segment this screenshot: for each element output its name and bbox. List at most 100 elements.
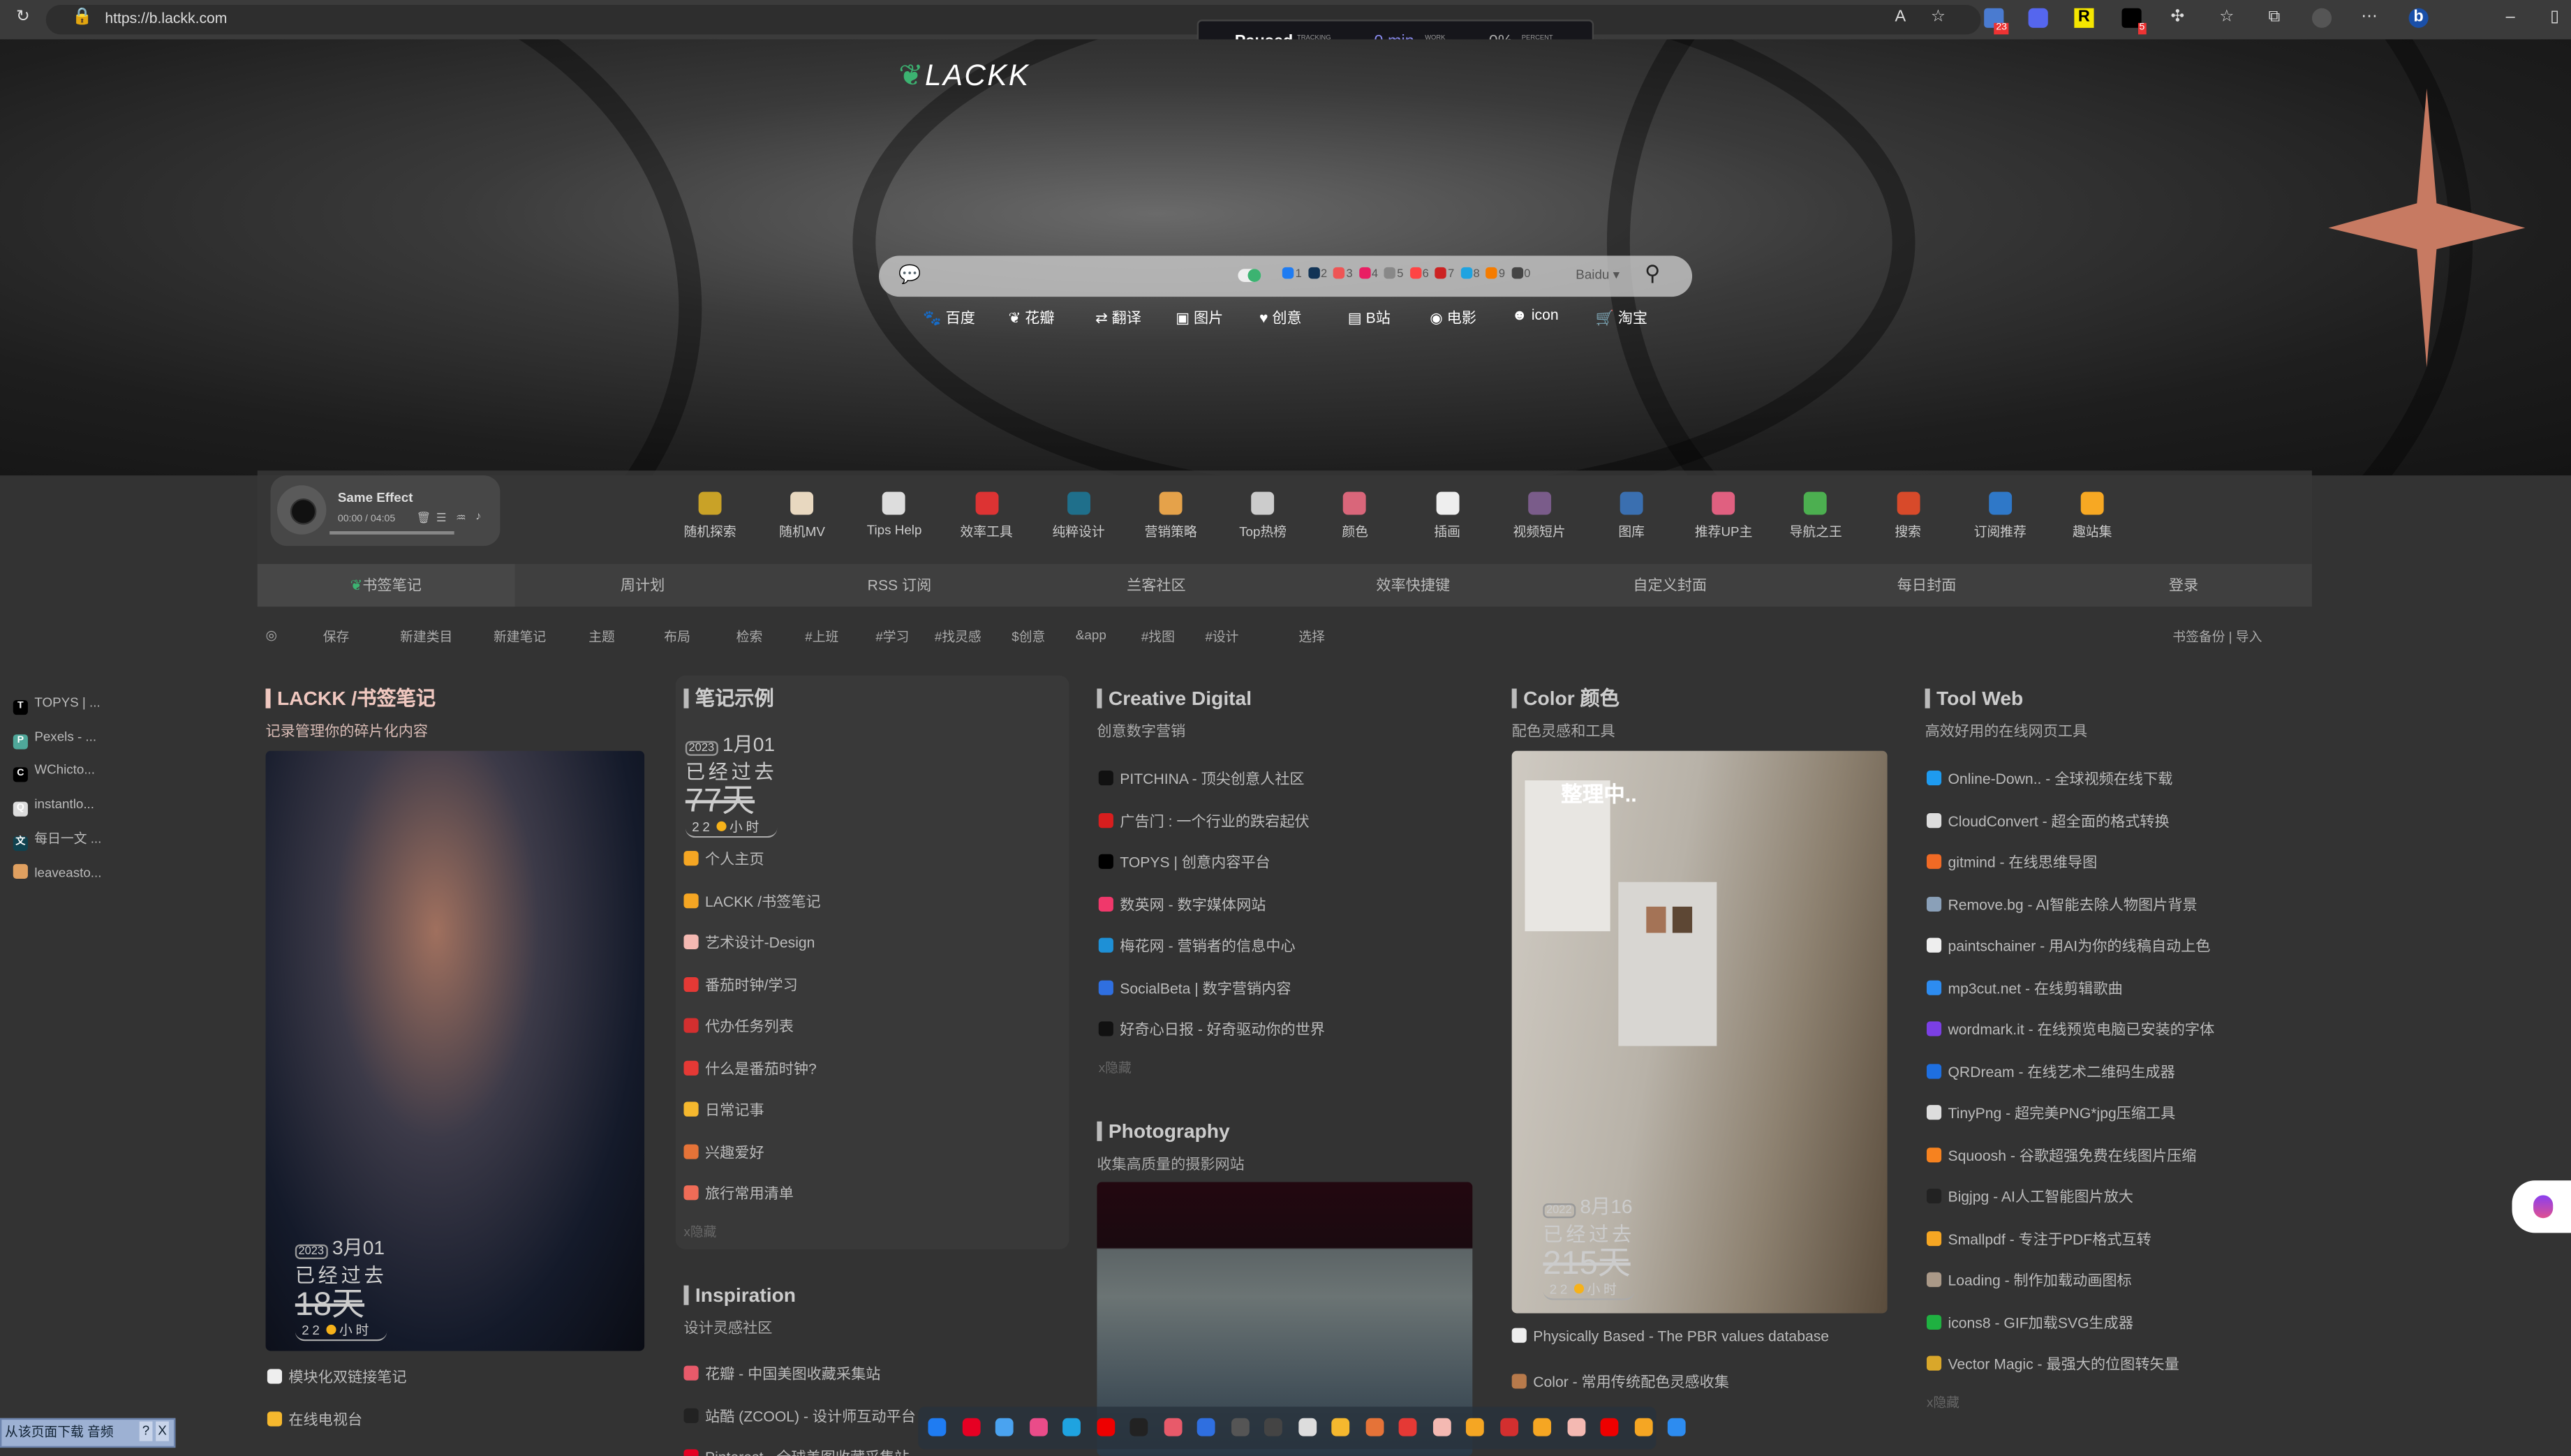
list-item[interactable]: mp3cut.net - 在线剪辑歌曲 [1926, 976, 2123, 998]
list-item[interactable]: PITCHINA - 顶尖创意人社区 [1098, 767, 1305, 789]
restore-icon[interactable]: ▯ [2544, 8, 2564, 28]
list-item[interactable]: wordmark.it - 在线预览电脑已安装的字体 [1926, 1018, 2214, 1040]
dock-app-icon[interactable] [1196, 1418, 1215, 1436]
list-item[interactable]: Smallpdf - 专注于PDF格式互转 [1926, 1227, 2151, 1249]
toolbar-item[interactable]: #学习 [875, 628, 909, 646]
sidebar-item[interactable]: P Pexels - ... [13, 729, 96, 749]
list-item[interactable]: Physically Based - The PBR values databa… [1511, 1328, 1829, 1344]
quick-link[interactable]: ☻ icon [1512, 306, 1559, 322]
engine-shortcut[interactable]: 3 [1333, 267, 1353, 281]
dock-app-icon[interactable] [1667, 1418, 1686, 1436]
tab-2[interactable]: 周计划 [514, 564, 771, 607]
tab-3[interactable]: RSS 订阅 [771, 564, 1028, 607]
list-item[interactable]: TOPYS | 创意内容平台 [1098, 851, 1270, 872]
close-button[interactable]: X [156, 1421, 169, 1441]
nav-icon-10[interactable]: 视频短片 [1493, 491, 1585, 541]
progress-bar[interactable] [329, 531, 454, 535]
extension-r-icon[interactable]: R [2074, 8, 2094, 28]
tab-1[interactable]: ❦书签笔记 [257, 564, 514, 607]
dock-app-icon[interactable] [1163, 1418, 1182, 1436]
profile-avatar[interactable] [2311, 8, 2332, 28]
nav-icon-3[interactable]: Tips Help [848, 491, 940, 537]
quick-link[interactable]: ♥ 创意 [1259, 306, 1302, 328]
nav-icon-13[interactable]: 导航之王 [1770, 491, 1862, 541]
list-item[interactable]: icons8 - GIF加载SVG生成器 [1926, 1311, 2133, 1332]
engine-select[interactable]: Baidu ▾ [1576, 267, 1620, 282]
minimize-icon[interactable]: – [2500, 8, 2520, 28]
dock-app-icon[interactable] [1633, 1418, 1652, 1436]
collections-icon[interactable]: ⧉ [2265, 8, 2284, 28]
list-item[interactable]: 花瓣 - 中国美图收藏采集站 [683, 1362, 880, 1384]
equalizer-icon[interactable]: ♒ [456, 512, 466, 524]
hide-button[interactable]: x隐藏 [1927, 1394, 1959, 1412]
nav-icon-2[interactable]: 随机MV [756, 491, 848, 541]
list-item[interactable]: paintschainer - 用AI为你的线稿自动上色 [1926, 935, 2210, 956]
toolbar-item[interactable]: 新建笔记 [494, 628, 546, 646]
nav-icon-14[interactable]: 搜索 [1862, 491, 1954, 541]
toolbar-item[interactable]: #找灵感 [935, 628, 981, 646]
toolbar-item[interactable]: #找图 [1141, 628, 1175, 646]
list-item[interactable]: Remove.bg - AI智能去除人物图片背景 [1926, 893, 2198, 914]
list-item[interactable]: Squoosh - 谷歌超强免费在线图片压缩 [1926, 1143, 2196, 1165]
toolbar-item[interactable]: #上班 [805, 628, 838, 646]
nav-icon-11[interactable]: 图库 [1585, 491, 1677, 541]
dock-app-icon[interactable] [1432, 1418, 1451, 1436]
nav-icon-15[interactable]: 订阅推荐 [1954, 491, 2046, 541]
dock-app-icon[interactable] [1230, 1418, 1249, 1436]
toolbar-item[interactable]: &app [1076, 628, 1106, 643]
list-item[interactable]: 好奇心日报 - 好奇驱动你的世界 [1098, 1018, 1325, 1040]
quick-link[interactable]: ❦ 花瓣 [1009, 306, 1055, 328]
dock-app-icon[interactable] [1398, 1418, 1417, 1436]
dock-app-icon[interactable] [1465, 1418, 1484, 1436]
engine-shortcut[interactable]: 8 [1460, 267, 1480, 281]
list-item[interactable]: 广告门 : 一个行业的跌宕起伏 [1098, 809, 1310, 831]
hide-button[interactable]: x隐藏 [683, 1223, 716, 1241]
dock-app-icon[interactable] [1096, 1418, 1115, 1436]
sidebar-item[interactable]: T TOPYS | ... [13, 695, 101, 715]
search-icon[interactable]: ⚲ [1645, 260, 1660, 287]
download-audio-button[interactable]: 从该页面下载 音频 [1, 1425, 114, 1439]
dock-app-icon[interactable] [1533, 1418, 1552, 1436]
nav-icon-1[interactable]: 随机探索 [664, 491, 756, 541]
engine-shortcut[interactable]: 0 [1511, 267, 1530, 281]
list-item[interactable]: LACKK /书签笔记 [683, 889, 821, 911]
quick-link[interactable]: 🛒 淘宝 [1595, 306, 1647, 328]
list-item[interactable]: 模块化双链接笔记 [267, 1366, 407, 1388]
nav-icon-7[interactable]: Top热榜 [1217, 491, 1309, 541]
list-item[interactable]: 在线电视台 [267, 1408, 362, 1429]
dock-app-icon[interactable] [1062, 1418, 1081, 1436]
sidebar-item[interactable]: C WChicto... [13, 762, 95, 782]
dock-app-icon[interactable] [1365, 1418, 1384, 1436]
list-item[interactable]: 代办任务列表 [683, 1015, 794, 1037]
list-item[interactable]: 番茄时钟/学习 [683, 973, 798, 995]
list-item[interactable]: Color - 常用传统配色灵感收集 [1511, 1370, 1729, 1392]
quick-link[interactable]: ⇄ 翻译 [1095, 306, 1141, 328]
list-item[interactable]: Loading - 制作加载动画图标 [1926, 1269, 2132, 1291]
hide-button[interactable]: x隐藏 [1099, 1059, 1132, 1077]
extension-icon[interactable]: 5 [2121, 8, 2147, 35]
list-item[interactable]: 什么是番茄时钟? [683, 1057, 817, 1078]
toolbar-item[interactable]: $创意 [1012, 628, 1045, 646]
list-item[interactable]: TinyPng - 超完美PNG*jpg压缩工具 [1926, 1101, 2175, 1123]
extensions-puzzle-icon[interactable]: ✣ [2168, 8, 2187, 28]
quick-link[interactable]: ▤ B站 [1348, 306, 1391, 328]
search-input[interactable] [938, 260, 1224, 294]
toolbar-item[interactable]: 主题 [588, 628, 615, 646]
nav-icon-9[interactable]: 插画 [1401, 491, 1493, 541]
toolbar-item[interactable]: #设计 [1205, 628, 1238, 646]
quick-link[interactable]: 🐾 百度 [923, 306, 975, 328]
tab-8[interactable]: 登录 [2055, 564, 2312, 607]
dock-app-icon[interactable] [1129, 1418, 1148, 1436]
list-item[interactable]: SocialBeta | 数字营销内容 [1098, 976, 1291, 998]
vinyl-disc-icon[interactable] [276, 485, 327, 535]
list-item[interactable]: gitmind - 在线思维导图 [1926, 851, 2097, 872]
read-aloud-icon[interactable]: A [1890, 8, 1910, 28]
dock-app-icon[interactable] [1264, 1418, 1282, 1436]
nav-icon-4[interactable]: 效率工具 [940, 491, 1032, 541]
nav-icon-12[interactable]: 推荐UP主 [1677, 491, 1770, 541]
list-item[interactable]: 旅行常用清单 [683, 1182, 794, 1204]
chat-bubble-icon[interactable]: 💬 [898, 264, 921, 285]
list-item[interactable]: 站酷 (ZCOOL) - 设计师互动平台 [683, 1404, 916, 1426]
dock-app-icon[interactable] [1298, 1418, 1316, 1436]
delete-icon[interactable]: 🗑 [417, 512, 431, 524]
